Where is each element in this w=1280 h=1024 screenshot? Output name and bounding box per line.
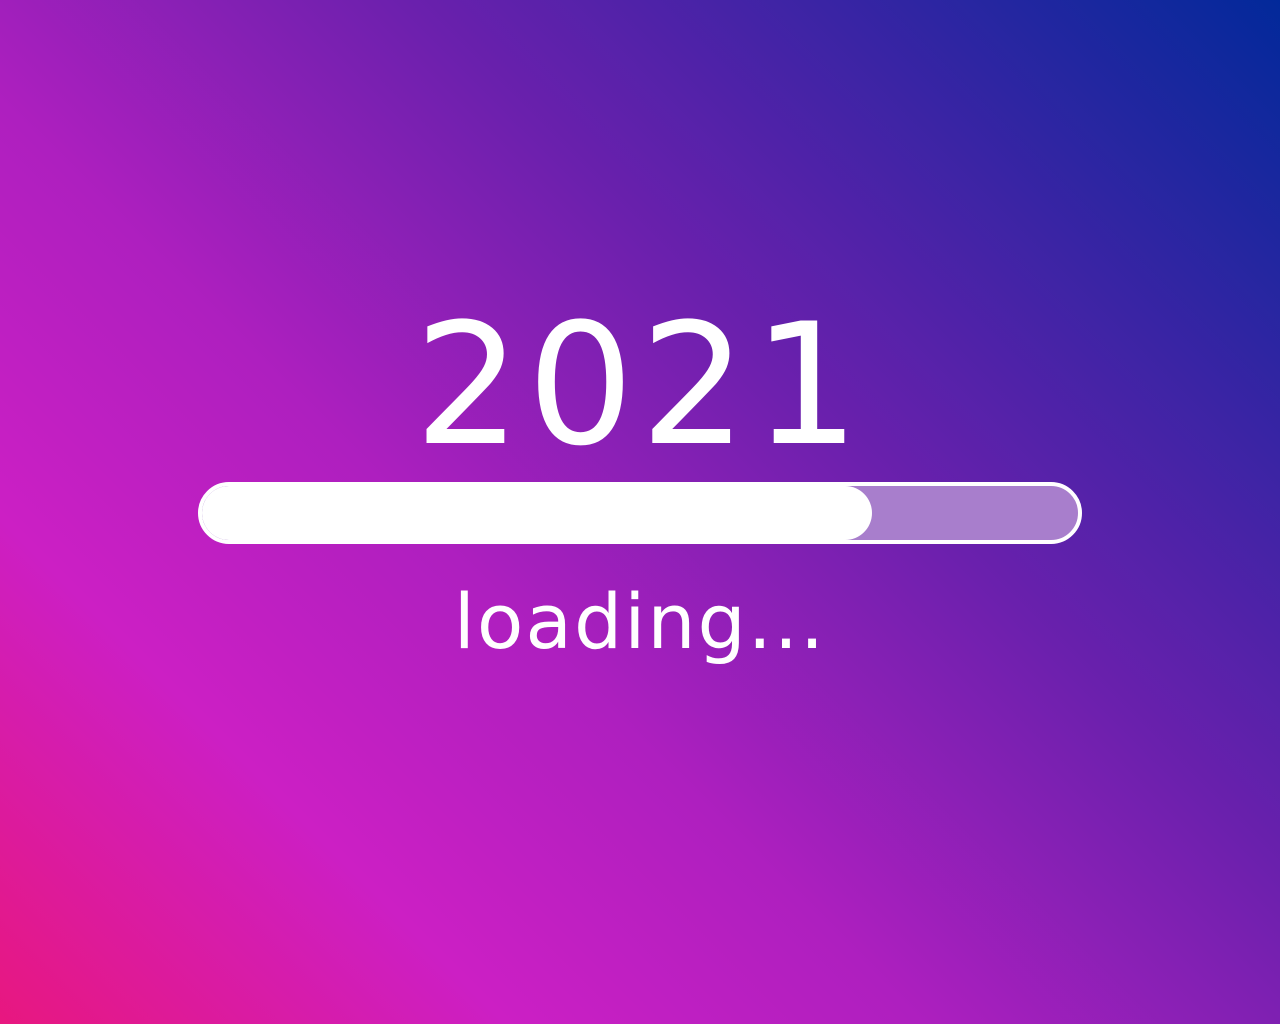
- loading-label: loading...: [453, 577, 827, 666]
- progress-bar-fill: [202, 486, 873, 540]
- progress-bar: [198, 482, 1082, 544]
- year-title: 2021: [414, 287, 866, 483]
